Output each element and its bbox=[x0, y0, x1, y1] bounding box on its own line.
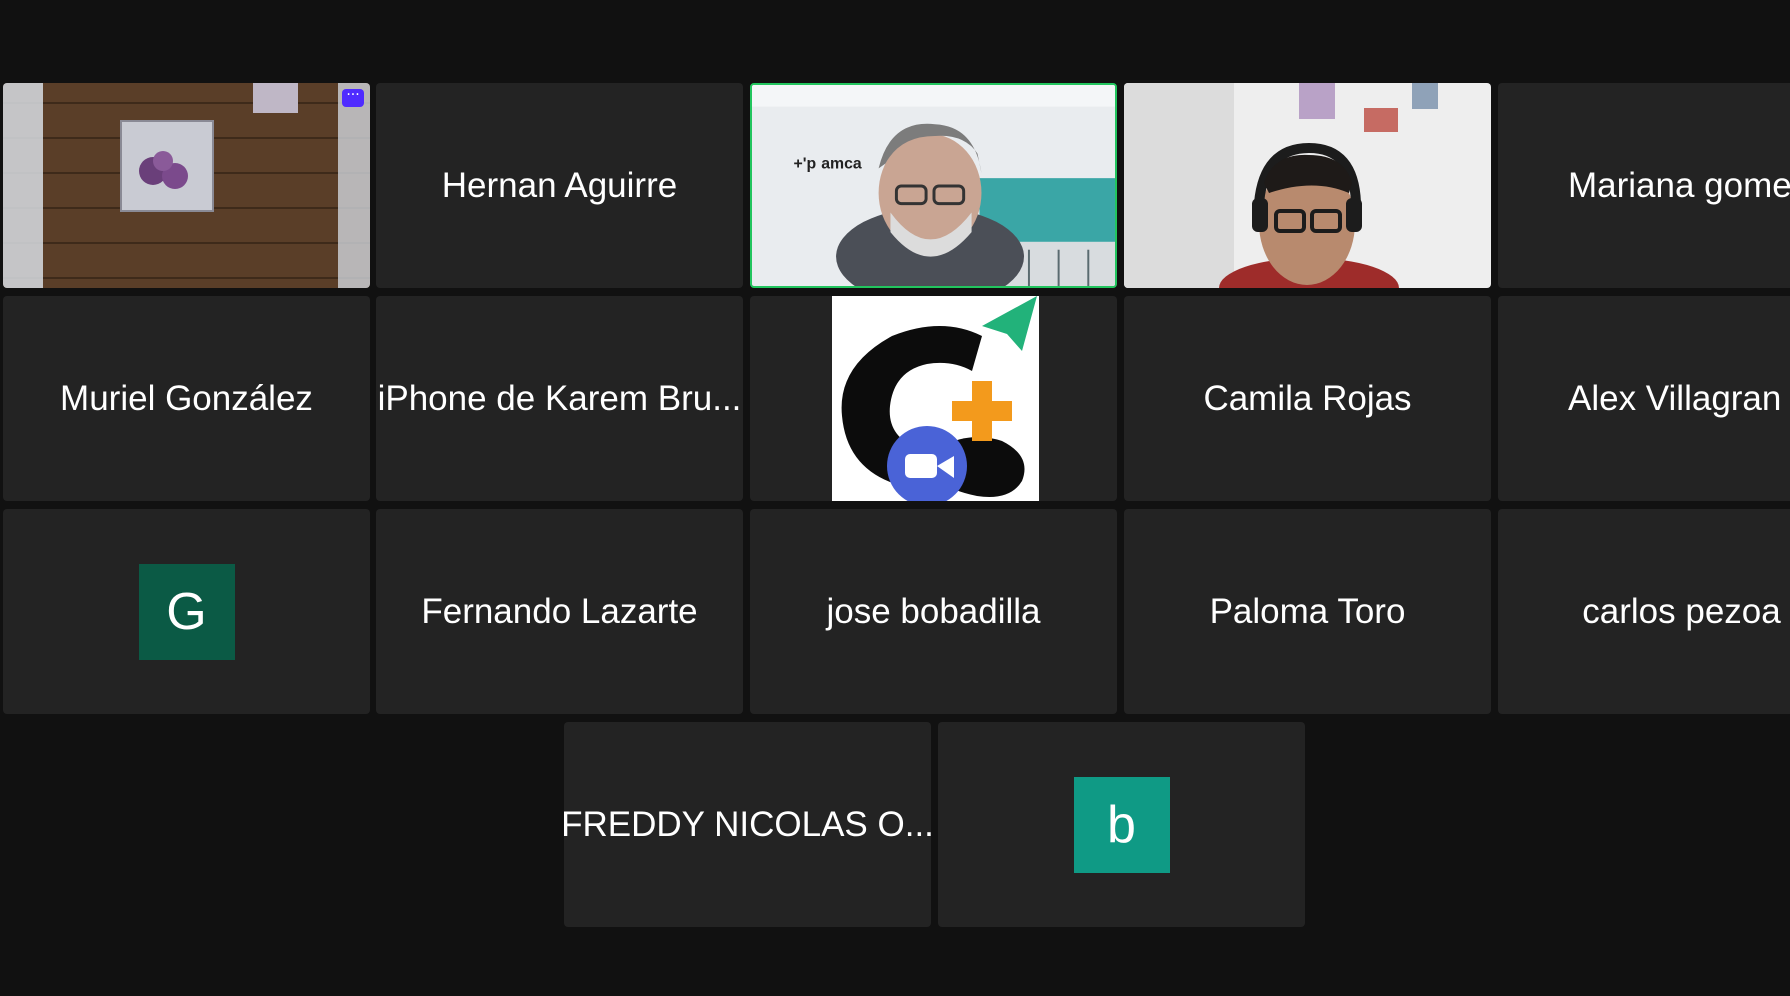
participant-tile-video-2[interactable] bbox=[1124, 83, 1491, 288]
avatar-initial: G bbox=[138, 563, 235, 660]
participant-tile-video-1[interactable]: ··· bbox=[3, 83, 370, 288]
participant-name: Muriel González bbox=[60, 378, 313, 418]
participant-name: Hernan Aguirre bbox=[441, 165, 678, 205]
participant-tile[interactable]: FREDDY NICOLAS O... bbox=[564, 722, 931, 927]
speaker-man-glasses-video-icon: +'p amca bbox=[752, 85, 1115, 286]
participant-tile[interactable]: carlos pezoa bbox=[1498, 509, 1790, 714]
c3-zoom-logo-icon bbox=[832, 296, 1039, 501]
participant-tile[interactable]: Alex Villagran bbox=[1498, 296, 1790, 501]
participant-name: Alex Villagran bbox=[1568, 378, 1782, 418]
gallery-view: ··· Hernan Aguirre +'p amca Mariana gome… bbox=[0, 0, 1790, 996]
participant-tile[interactable]: b bbox=[938, 722, 1305, 927]
participant-tile[interactable]: Mariana gomez bbox=[1498, 83, 1790, 288]
man-headset-video-icon bbox=[1124, 83, 1491, 288]
participant-tile-active-speaker[interactable]: +'p amca bbox=[750, 83, 1117, 288]
participant-tile[interactable]: Camila Rojas bbox=[1124, 296, 1491, 501]
more-options-button[interactable]: ··· bbox=[342, 88, 364, 107]
avatar-initial: b bbox=[1073, 776, 1170, 873]
participant-name: Camila Rojas bbox=[1203, 378, 1412, 418]
participant-tile[interactable]: Muriel González bbox=[3, 296, 370, 501]
participant-tile[interactable]: Fernando Lazarte bbox=[376, 509, 743, 714]
participant-tile[interactable]: iPhone de Karem Bru... bbox=[376, 296, 743, 501]
participant-name: FREDDY NICOLAS O... bbox=[564, 804, 931, 844]
participant-tile-logo[interactable] bbox=[750, 296, 1117, 501]
participant-name: jose bobadilla bbox=[826, 591, 1041, 631]
svg-text:+'p: +'p bbox=[794, 155, 817, 172]
participant-tile[interactable]: G bbox=[3, 509, 370, 714]
participant-tile[interactable]: Paloma Toro bbox=[1124, 509, 1491, 714]
participant-name: Mariana gomez bbox=[1568, 165, 1790, 205]
participant-name: Fernando Lazarte bbox=[421, 591, 698, 631]
participant-name: carlos pezoa bbox=[1582, 591, 1781, 631]
svg-text:amca: amca bbox=[821, 155, 862, 172]
participant-name: iPhone de Karem Bru... bbox=[377, 378, 742, 418]
participant-name: Paloma Toro bbox=[1209, 591, 1406, 631]
participant-tile[interactable]: jose bobadilla bbox=[750, 509, 1117, 714]
participant-tile[interactable]: Hernan Aguirre bbox=[376, 83, 743, 288]
room-floor-video-icon bbox=[3, 83, 370, 288]
